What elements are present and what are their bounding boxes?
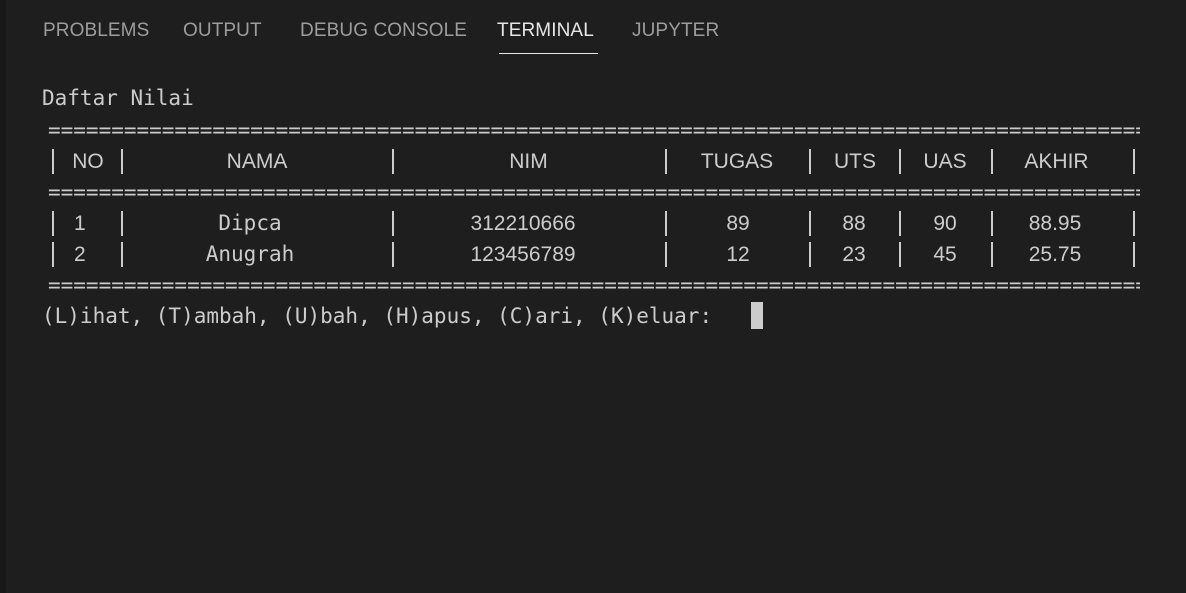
column-separator [991,242,993,267]
column-separator [1133,242,1135,267]
column-separator [392,242,394,267]
terminal-panel: PROBLEMS OUTPUT DEBUG CONSOLE TERMINAL J… [0,0,1186,593]
column-separator [392,149,394,174]
cell-nim: 123456789 [470,243,576,266]
column-header-nim: NIM [509,150,548,173]
cell-nama: Dipca [218,211,282,235]
cell-uts: 23 [842,243,866,266]
column-separator [52,211,54,236]
cell-uas: 90 [933,212,957,235]
command-prompt: (L)ihat, (T)ambah, (U)bah, (H)apus, (C)a… [42,304,725,328]
column-separator [899,211,901,236]
column-separator [665,149,667,174]
column-separator [809,149,811,174]
cell-uas: 45 [933,243,957,266]
column-separator [991,149,993,174]
cell-tugas: 12 [726,243,750,266]
column-header-uts: UTS [834,150,876,173]
column-separator [665,242,667,267]
column-separator [52,149,54,174]
terminal-output[interactable]: Daftar Nilai ===========================… [6,0,1186,593]
table-rule-bottom: ========================================… [48,280,1140,290]
cell-no: 1 [74,212,86,235]
column-separator [121,211,123,236]
terminal-cursor[interactable] [751,302,763,329]
column-separator [899,149,901,174]
cell-uts: 88 [842,212,866,235]
column-header-no: NO [72,150,104,173]
cell-nim: 312210666 [470,212,576,235]
column-separator [121,149,123,174]
table-rule-top: ========================================… [48,125,1140,135]
cell-no: 2 [74,243,86,266]
column-separator [392,211,394,236]
cell-nama: Anugrah [205,242,295,266]
column-separator [809,211,811,236]
column-separator [991,211,993,236]
cell-akhir: 25.75 [1028,243,1082,266]
column-separator [1133,211,1135,236]
column-separator [52,242,54,267]
cell-akhir: 88.95 [1028,212,1082,235]
cell-tugas: 89 [726,212,750,235]
column-separator [899,242,901,267]
column-separator [121,242,123,267]
table-rule-middle: ========================================… [48,187,1140,197]
column-separator [809,242,811,267]
column-header-uas: UAS [923,150,967,173]
column-separator [1133,149,1135,174]
column-header-tugas: TUGAS [700,150,774,173]
column-separator [665,211,667,236]
column-header-nama: NAMA [226,150,288,173]
column-header-akhir: AKHIR [1024,150,1089,173]
terminal-heading: Daftar Nilai [42,86,194,110]
